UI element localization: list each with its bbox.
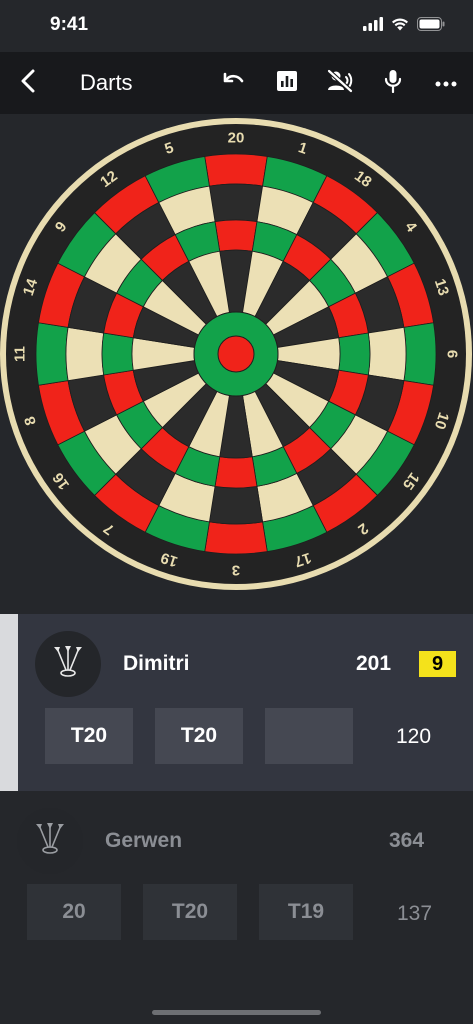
more-icon [435,74,457,92]
board-number-6: 6 [444,350,461,358]
segment-triple-20[interactable] [214,219,258,252]
stats-icon [276,70,298,97]
throw-slot-1[interactable]: T20 [45,708,133,764]
segment-outer-single-11[interactable] [65,326,105,382]
segment-triple-3[interactable] [214,456,258,489]
status-icons [363,16,445,36]
throw-slot-1[interactable]: 20 [27,884,121,940]
avatar [35,631,101,697]
active-player-indicator [0,614,18,791]
darts-icon [33,822,67,860]
signal-icon [363,16,383,36]
segment-outer-single-20[interactable] [208,183,264,223]
segment-outer-single-3[interactable] [208,485,264,525]
player-score: 201 [356,652,392,675]
status-bar: 9:41 [0,0,473,52]
segment-bullseye[interactable] [217,335,255,373]
board-number-3: 3 [232,562,240,579]
segment-double-20[interactable] [204,153,268,187]
segment-triple-6[interactable] [338,332,371,376]
turn-total: 120 [396,725,432,748]
more-button[interactable] [430,67,462,99]
back-arrow-icon [20,69,36,98]
home-indicator [152,1010,321,1015]
microphone-icon [384,69,402,98]
undo-button[interactable] [218,67,250,99]
throw-slot-3[interactable]: T19 [259,884,353,940]
darts-remaining-badge: 9 [419,651,456,677]
stats-button[interactable] [271,67,303,99]
segment-triple-11[interactable] [101,332,134,376]
board-number-11: 11 [12,346,29,362]
wifi-icon [391,17,409,36]
player-score: 364 [389,829,425,852]
player-card-gerwen[interactable]: Gerwen 364 20 T20 T19 137 [0,791,473,1000]
voice-off-icon [327,68,353,98]
player-name: Gerwen [105,829,183,852]
voice-off-button[interactable] [324,67,356,99]
player-name: Dimitri [123,652,190,675]
darts-icon [51,645,85,683]
page-title: Darts [80,70,133,95]
segment-double-11[interactable] [35,322,69,386]
board-number-20: 20 [228,130,245,147]
turn-total: 137 [397,902,433,925]
nav-bar: Darts [0,52,473,114]
battery-icon [417,16,445,36]
avatar [17,808,83,874]
segment-outer-single-6[interactable] [367,326,407,382]
throw-slot-3[interactable] [265,708,353,764]
microphone-button[interactable] [377,67,409,99]
throw-slot-2[interactable]: T20 [143,884,237,940]
dartboard[interactable]: 2011841361015217319716811149125 [0,117,473,597]
segment-double-6[interactable] [403,322,437,386]
dartboard-area: 20 1 18 4 13 6 10 15 2 17 3 19 7 16 8 11 14 9 12 5 [0,114,473,614]
player-card-dimitri[interactable]: Dimitri 201 9 T20 T20 120 [0,614,473,791]
status-time: 9:41 [50,14,89,35]
segment-double-3[interactable] [204,521,268,555]
undo-icon [222,71,246,96]
throw-slot-2[interactable]: T20 [155,708,243,764]
back-button[interactable] [8,63,48,103]
